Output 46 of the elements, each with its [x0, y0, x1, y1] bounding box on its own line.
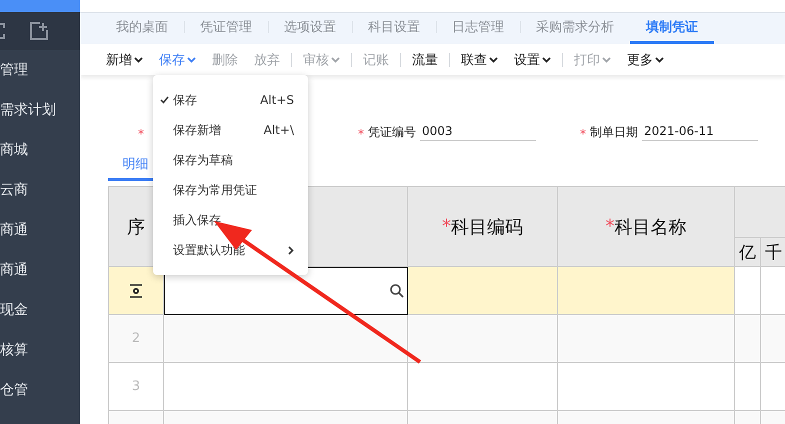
toolbar-button[interactable]: 更多	[619, 50, 672, 68]
row-number-cell: 2	[109, 315, 164, 363]
toolbar-button[interactable]: 联查	[453, 50, 506, 68]
menu-item[interactable]: 保存 Alt+S	[153, 85, 308, 115]
table-cell[interactable]	[558, 363, 735, 411]
partial-icon[interactable]	[0, 22, 6, 40]
table-cell[interactable]	[735, 267, 761, 315]
toolbar-button[interactable]: 流量	[404, 50, 446, 68]
table-cell[interactable]	[558, 267, 735, 315]
field-label: 凭证编号	[368, 124, 416, 141]
row-number-cell: 3	[109, 363, 164, 411]
field-label: 制单日期	[590, 124, 638, 141]
table-cell[interactable]	[735, 363, 761, 411]
sidebar-item[interactable]: 需求计划	[0, 90, 80, 130]
sidebar-item[interactable]: 云商	[0, 170, 80, 210]
sidebar-item[interactable]: 现金	[0, 290, 80, 330]
sidebar-item[interactable]: 商通	[0, 210, 80, 250]
digit-header: 千	[761, 238, 785, 267]
input-field[interactable]: 2021-06-11	[642, 124, 758, 141]
sidebar-item[interactable]: 商城	[0, 130, 80, 170]
tab[interactable]: 填制凭证	[630, 13, 714, 44]
sidebar-item[interactable]: 管理	[0, 50, 80, 90]
sidebar-item[interactable]: 核算	[0, 330, 80, 370]
column-header: *科目名称	[558, 187, 735, 267]
toolbar-button[interactable]: 设置	[506, 50, 559, 68]
table-cell[interactable]	[164, 363, 408, 411]
digit-header: 亿	[735, 238, 761, 267]
table-cell[interactable]	[164, 315, 408, 363]
required-mark: *	[138, 127, 144, 141]
column-header: *科目编码	[408, 187, 558, 267]
toolbar-button[interactable]: 新增	[98, 50, 151, 68]
table-cell[interactable]	[558, 315, 735, 363]
table-cell[interactable]	[408, 315, 558, 363]
add-window-icon[interactable]	[30, 22, 48, 40]
sidebar-item[interactable]: 商通	[0, 250, 80, 290]
search-icon[interactable]	[389, 283, 405, 299]
table-cell[interactable]	[408, 267, 558, 315]
input-field[interactable]: 0003	[420, 124, 536, 141]
required-mark: *	[580, 127, 586, 141]
table-cell[interactable]	[735, 315, 761, 363]
table-cell[interactable]	[761, 315, 785, 363]
table-cell[interactable]	[408, 363, 558, 411]
sidebar-item[interactable]: 仓管	[0, 370, 80, 410]
menu-item[interactable]: 保存新增 Alt+\	[153, 115, 308, 145]
toolbar-button[interactable]: 保存	[151, 50, 204, 68]
required-mark: *	[358, 127, 364, 141]
